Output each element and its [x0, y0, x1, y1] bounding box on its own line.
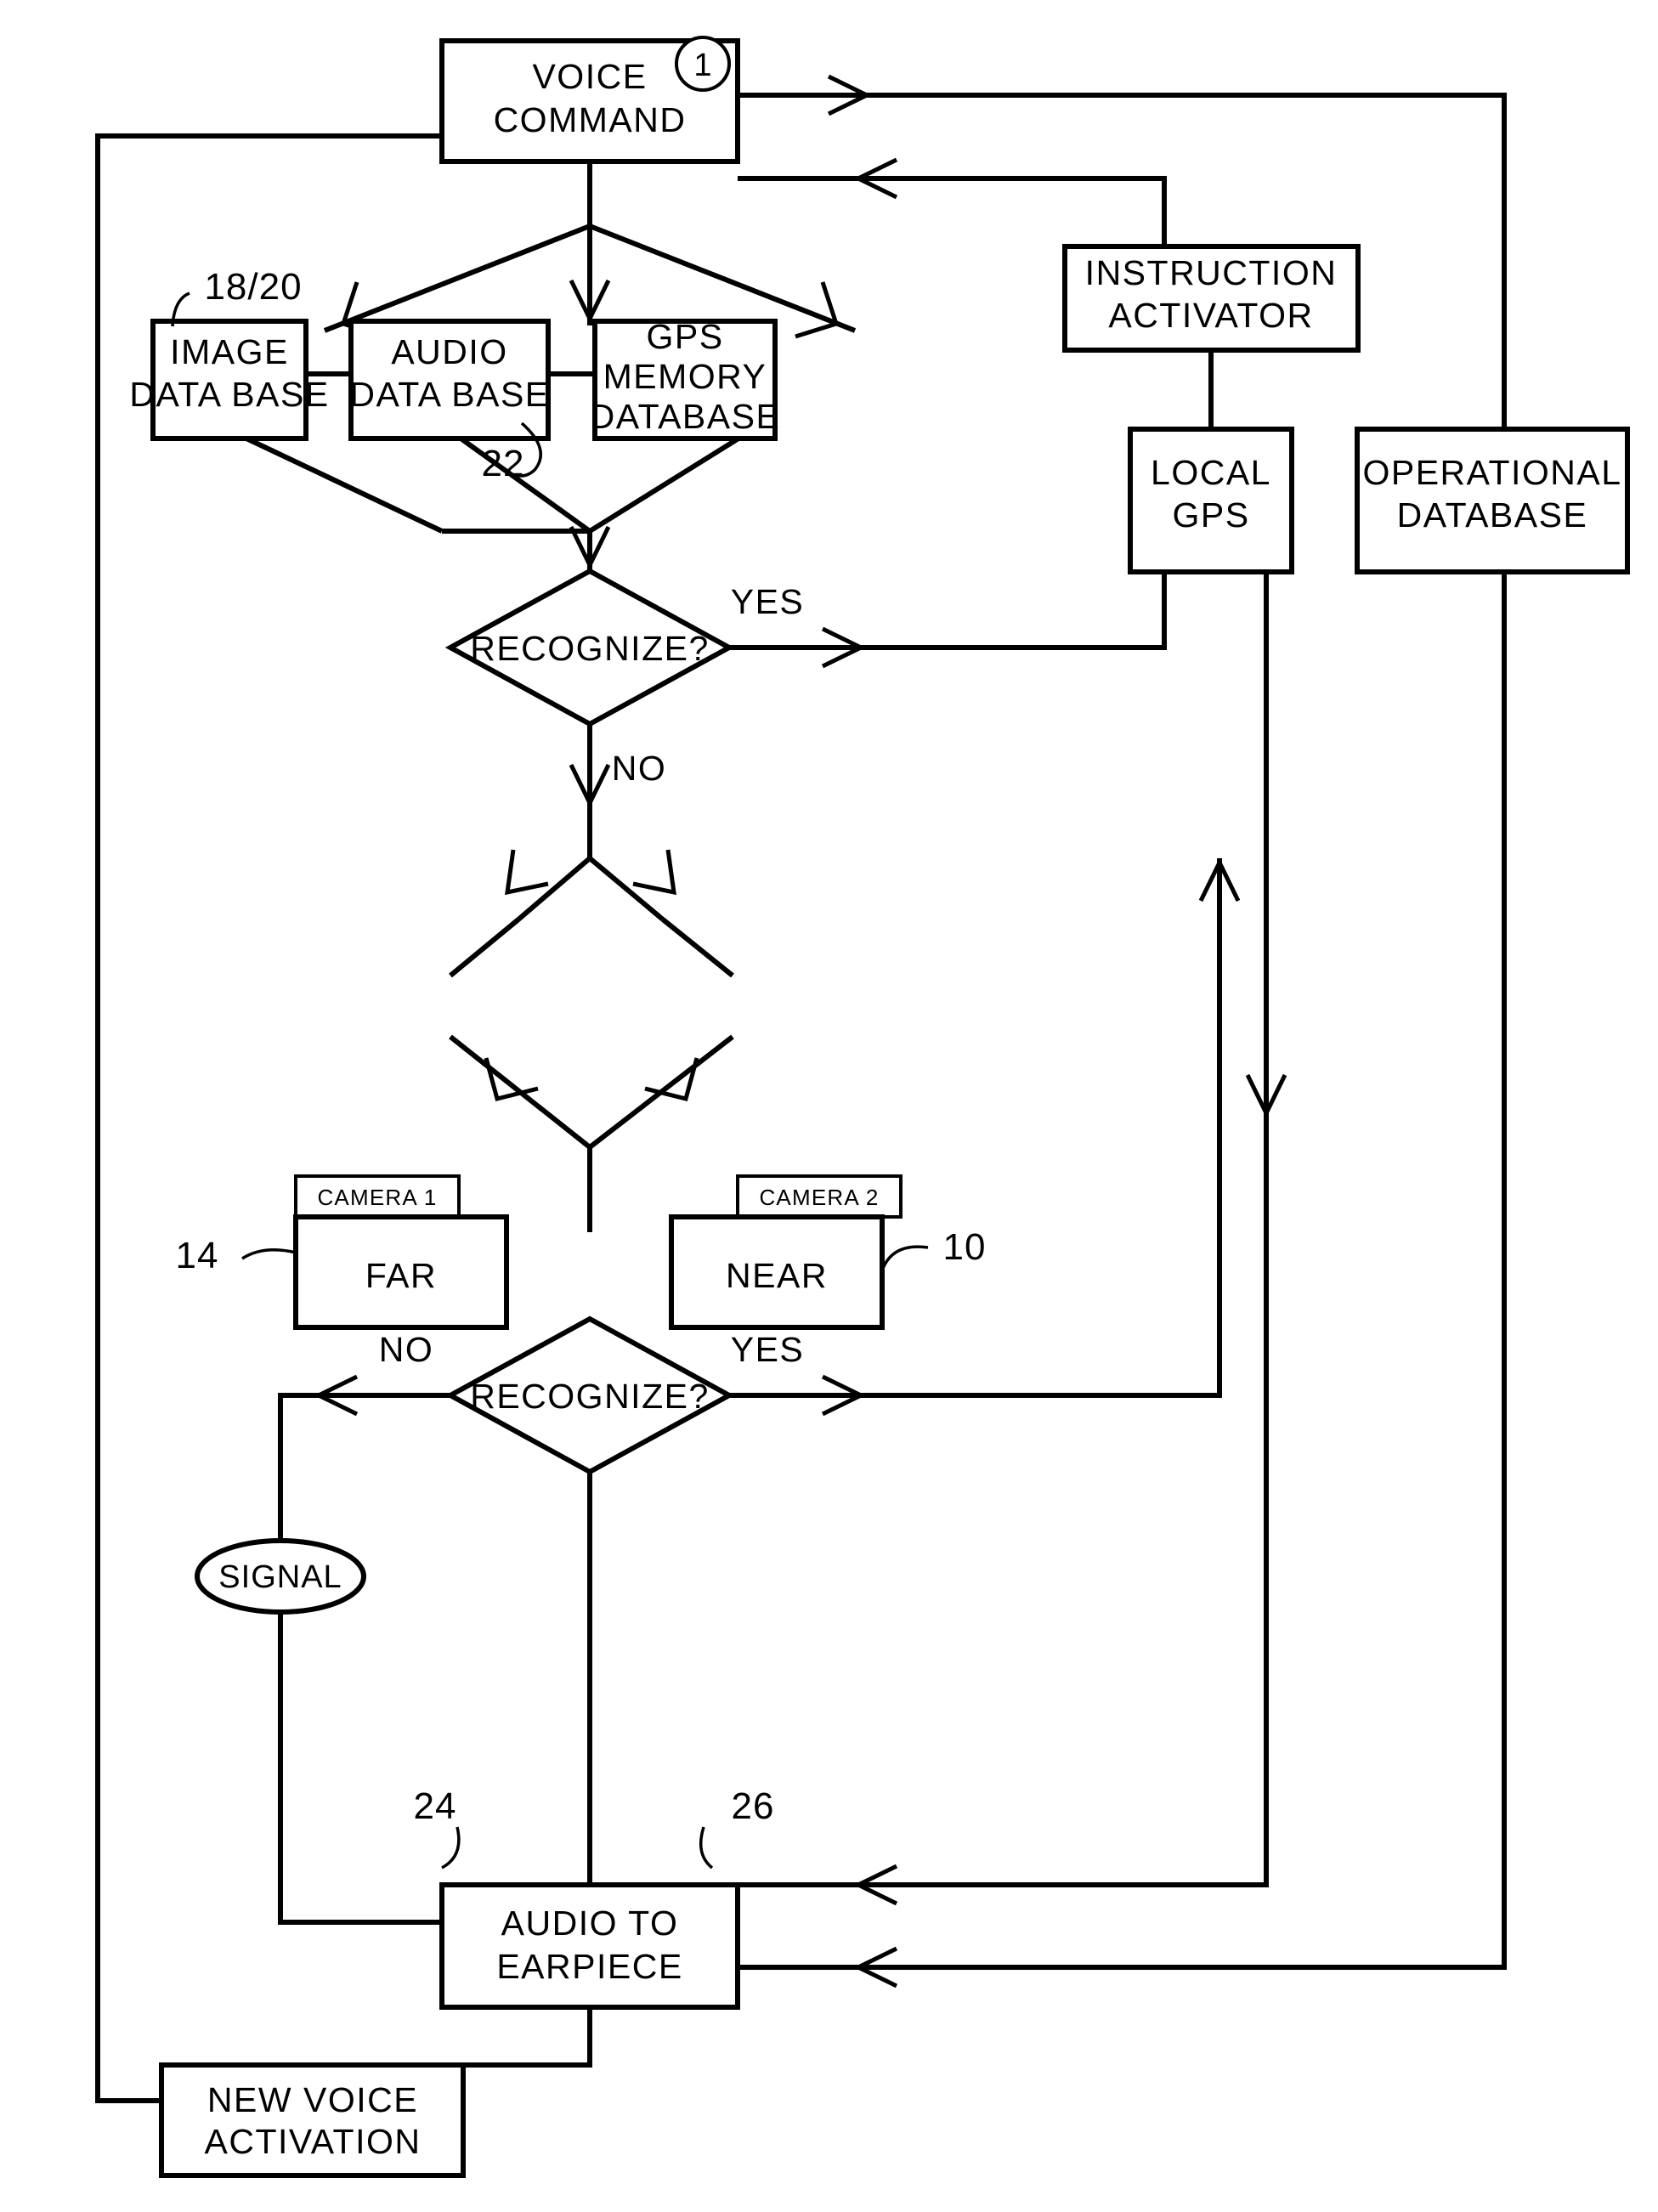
ref-10-label: 10	[943, 1226, 987, 1268]
node-recognize-decision-2[interactable]: RECOGNIZE?	[444, 1315, 735, 1475]
earpiece-label-2: EARPIECE	[496, 1947, 682, 1986]
connector-voice-command-to-operational-bus	[738, 74, 1507, 1989]
node-local-gps[interactable]: LOCAL GPS	[1128, 427, 1294, 574]
camera2-tab-label: CAMERA 2	[759, 1185, 879, 1210]
audio-db-label-1: AUDIO	[391, 332, 507, 371]
new-voice-label-1: NEW VOICE	[207, 2080, 418, 2119]
ref-24: 24	[414, 1785, 461, 1870]
local-gps-label-2: GPS	[1172, 495, 1249, 535]
node-camera1-far[interactable]: CAMERA 1 FAR	[293, 1174, 509, 1330]
ref-26-label: 26	[732, 1785, 775, 1827]
ref-10: 10	[880, 1226, 987, 1271]
gps-memory-label-1: GPS	[646, 317, 723, 356]
voice-command-label-1: VOICE	[532, 57, 647, 96]
recognize1-label: RECOGNIZE?	[470, 629, 710, 668]
ref-26: 26	[699, 1785, 775, 1870]
recognize1-no-label: NO	[612, 749, 667, 788]
node-recognize-decision-1[interactable]: RECOGNIZE?	[444, 568, 735, 727]
node-camera2-near[interactable]: CAMERA 2 NEAR	[669, 1174, 903, 1330]
earpiece-label-1: AUDIO TO	[501, 1904, 679, 1943]
camera1-far-label: FAR	[365, 1256, 437, 1295]
connector-instruction-activator-to-voice-command	[738, 157, 1167, 246]
node-image-data-base[interactable]: IMAGE DATA BASE	[129, 319, 329, 441]
flowchart-canvas: 1 VOICE COMMAND INSTRUCTION ACTIVATOR IM…	[95, 36, 1630, 2178]
ref-18-20-label: 18/20	[204, 266, 302, 308]
node-new-voice-activation[interactable]: NEW VOICE ACTIVATION	[159, 2062, 466, 2178]
operational-db-label-1: OPERATIONAL	[1362, 453, 1621, 492]
ref-18-20: 18/20	[171, 266, 302, 327]
ref-14: 14	[176, 1235, 297, 1276]
flowchart-diagram: 1 VOICE COMMAND INSTRUCTION ACTIVATOR IM…	[0, 0, 1658, 2212]
voice-command-marker: 1	[693, 48, 711, 83]
ref-24-label: 24	[414, 1785, 457, 1827]
connector-camera-fanout	[449, 849, 734, 978]
connector-recognize2-no	[278, 1374, 450, 1925]
local-gps-label-1: LOCAL	[1151, 453, 1271, 492]
recognize2-yes-label: YES	[731, 1330, 805, 1369]
connector-camera-fanin	[449, 1034, 734, 1232]
connector-recognize1-yes	[729, 429, 1167, 669]
signal-label: SIGNAL	[218, 1559, 342, 1595]
voice-command-label-2: COMMAND	[494, 100, 687, 139]
instruction-activator-label-1: INSTRUCTION	[1085, 253, 1338, 292]
ref-14-label: 14	[176, 1235, 219, 1276]
node-audio-to-earpiece[interactable]: AUDIO TO EARPIECE	[439, 1882, 740, 2010]
operational-db-label-2: DATABASE	[1397, 495, 1588, 535]
connector-recognize2-yes	[729, 857, 1241, 1417]
camera2-near-label: NEAR	[726, 1256, 828, 1295]
audio-db-label-2: DATA BASE	[349, 375, 549, 414]
node-instruction-activator[interactable]: INSTRUCTION ACTIVATOR	[1062, 244, 1361, 353]
recognize2-no-label: NO	[379, 1330, 434, 1369]
node-signal[interactable]: SIGNAL	[195, 1538, 366, 1615]
node-audio-data-base[interactable]: AUDIO DATA BASE	[348, 319, 551, 441]
ref-22-label: 22	[482, 443, 525, 484]
image-db-label-1: IMAGE	[170, 332, 289, 371]
node-gps-memory-database[interactable]: GPS MEMORY DATABASE	[590, 317, 781, 441]
recognize1-yes-label: YES	[731, 582, 805, 621]
gps-memory-label-2: MEMORY	[603, 357, 767, 396]
connector-earpiece-to-new-voice	[463, 2007, 592, 2068]
image-db-label-2: DATA BASE	[129, 375, 329, 414]
new-voice-label-2: ACTIVATION	[205, 2122, 422, 2161]
recognize2-label: RECOGNIZE?	[470, 1377, 710, 1416]
instruction-activator-label-2: ACTIVATOR	[1108, 296, 1313, 335]
connector-voice-command-fanout	[323, 161, 857, 339]
camera1-tab-label: CAMERA 1	[317, 1185, 437, 1210]
connector-recognize1-no	[569, 724, 611, 858]
node-voice-command[interactable]: 1 VOICE COMMAND	[439, 36, 740, 164]
node-operational-database[interactable]: OPERATIONAL DATABASE	[1355, 427, 1630, 574]
gps-memory-label-3: DATABASE	[590, 397, 781, 436]
